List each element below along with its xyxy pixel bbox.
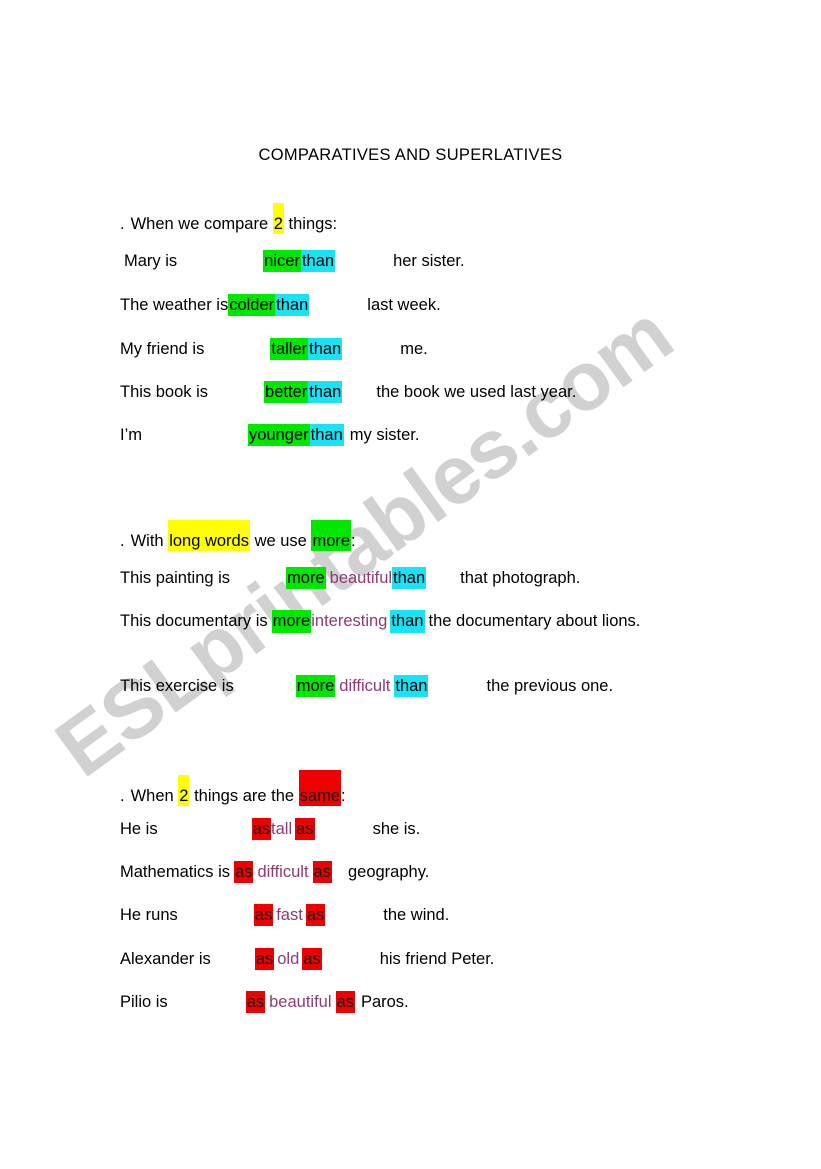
example-line: This documentary is moreinteresting than th…	[120, 610, 690, 633]
example-object: that photograph.	[460, 569, 581, 587]
example-adjective: beautiful	[269, 993, 332, 1011]
example-as-second: as	[305, 904, 326, 926]
heading-highlight-number: 2	[178, 775, 190, 806]
heading-after-text: :	[341, 787, 346, 805]
example-adjective: colder	[228, 294, 276, 316]
example-object: his friend Peter.	[379, 950, 495, 968]
example-subject: Mary is	[124, 252, 178, 270]
example-comparator: than	[392, 567, 427, 589]
heading-after-text: things:	[288, 215, 338, 233]
example-as-first: as	[254, 948, 275, 970]
heading-highlight-number: 2	[272, 203, 284, 234]
example-line: This book is better than the book we used l…	[120, 381, 576, 403]
example-line: My friend is taller than me.	[120, 338, 428, 360]
example-object: the documentary about lions.	[428, 612, 641, 630]
example-subject: This book is	[120, 383, 209, 401]
example-adjective: better	[264, 381, 309, 403]
heading-before-text: When	[130, 787, 174, 805]
example-object: geography.	[347, 863, 430, 881]
example-as-second: as	[335, 991, 355, 1013]
example-object: my sister.	[349, 426, 420, 444]
example-object: the book we used last year.	[376, 383, 577, 401]
example-as-second: as	[295, 818, 315, 840]
example-adjective: fast	[276, 906, 303, 924]
example-comparator: than	[390, 610, 425, 633]
example-line: This exercise is more difficult than the pre…	[120, 675, 613, 697]
heading-after-text: :	[351, 532, 356, 550]
example-line: The weather iscolder than last week.	[120, 294, 441, 316]
example-adjective: difficult	[339, 677, 391, 695]
example-object: Paros.	[360, 993, 409, 1011]
example-object: last week.	[367, 296, 441, 314]
example-subject: This exercise is	[120, 677, 234, 695]
example-subject: I’m	[120, 426, 142, 444]
example-adjective: tall	[271, 820, 293, 838]
example-line: Mathematics is as difficult as geography.	[120, 861, 429, 883]
example-as-first: as	[253, 904, 274, 926]
example-adjective: nicer	[263, 250, 301, 272]
example-as-second: as	[312, 861, 332, 883]
heading-bullet: .	[120, 215, 125, 233]
example-line: I’m younger than my sister.	[120, 424, 419, 446]
example-comparator: than	[308, 381, 343, 403]
heading-highlight-same: same	[298, 770, 342, 806]
heading-bullet: .	[120, 532, 125, 550]
example-line: Mary is nicer than her sister.	[124, 250, 465, 272]
example-comparator: than	[275, 294, 310, 316]
example-adjective: younger	[248, 424, 310, 446]
example-subject: Pilio is	[120, 993, 168, 1011]
example-adjective: difficult	[257, 863, 309, 881]
example-as-first: as	[251, 818, 272, 840]
example-as-first: as	[245, 991, 266, 1013]
example-line: Pilio is as beautiful as Paros.	[120, 991, 409, 1013]
example-adjective: old	[277, 950, 300, 968]
page-title: COMPARATIVES AND SUPERLATIVES	[258, 146, 563, 164]
example-line: This painting is more beautifulthan that ph…	[120, 567, 580, 589]
example-comparator: than	[309, 424, 344, 446]
example-comparator: than	[300, 250, 336, 272]
example-subject: Alexander is	[120, 950, 211, 968]
example-subject: He is	[120, 820, 158, 838]
example-as-second: as	[302, 948, 322, 970]
heading-middle-text: we use	[254, 532, 307, 550]
example-subject: The weather is	[120, 296, 229, 314]
section-heading-comparatives: . When we compare 2 things:	[120, 203, 337, 234]
heading-bullet: .	[120, 787, 125, 805]
example-adjective: interesting	[311, 612, 388, 630]
example-line: Alexander is as old as his friend Peter.	[120, 948, 494, 970]
example-comparator: than	[394, 675, 429, 697]
section-heading-equatives: . When 2 things are the same:	[120, 770, 346, 806]
example-comparator: than	[308, 338, 343, 360]
heading-highlight-long-words: long words	[168, 520, 250, 551]
worksheet-page: COMPARATIVES AND SUPERLATIVES . When we c…	[0, 0, 821, 1169]
example-as-first: as	[234, 861, 254, 883]
example-more: more	[286, 567, 326, 589]
example-line: He is astall as she is.	[120, 818, 420, 840]
example-subject: Mathematics is	[120, 863, 231, 881]
example-subject: My friend is	[120, 340, 205, 358]
section-heading-more: . With long words we use more:	[120, 520, 356, 551]
example-more: more	[295, 675, 336, 697]
example-subject: He runs	[120, 906, 178, 924]
heading-before-text: With	[130, 532, 164, 550]
example-object: her sister.	[393, 252, 465, 270]
example-subject: This documentary is	[120, 612, 268, 630]
example-object: the wind.	[383, 906, 450, 924]
example-adjective: taller	[270, 338, 309, 360]
example-subject: This painting is	[120, 569, 231, 587]
example-object: the previous one.	[486, 677, 614, 695]
example-object: she is.	[372, 820, 421, 838]
heading-middle-text: things are the	[194, 787, 295, 805]
heading-highlight-more: more	[311, 520, 352, 551]
example-object: me.	[400, 340, 428, 358]
example-more: more	[271, 610, 312, 633]
heading-before-text: When we compare	[130, 215, 269, 233]
example-line: He runs as fast as the wind.	[120, 904, 449, 926]
example-adjective: beautiful	[329, 569, 393, 587]
